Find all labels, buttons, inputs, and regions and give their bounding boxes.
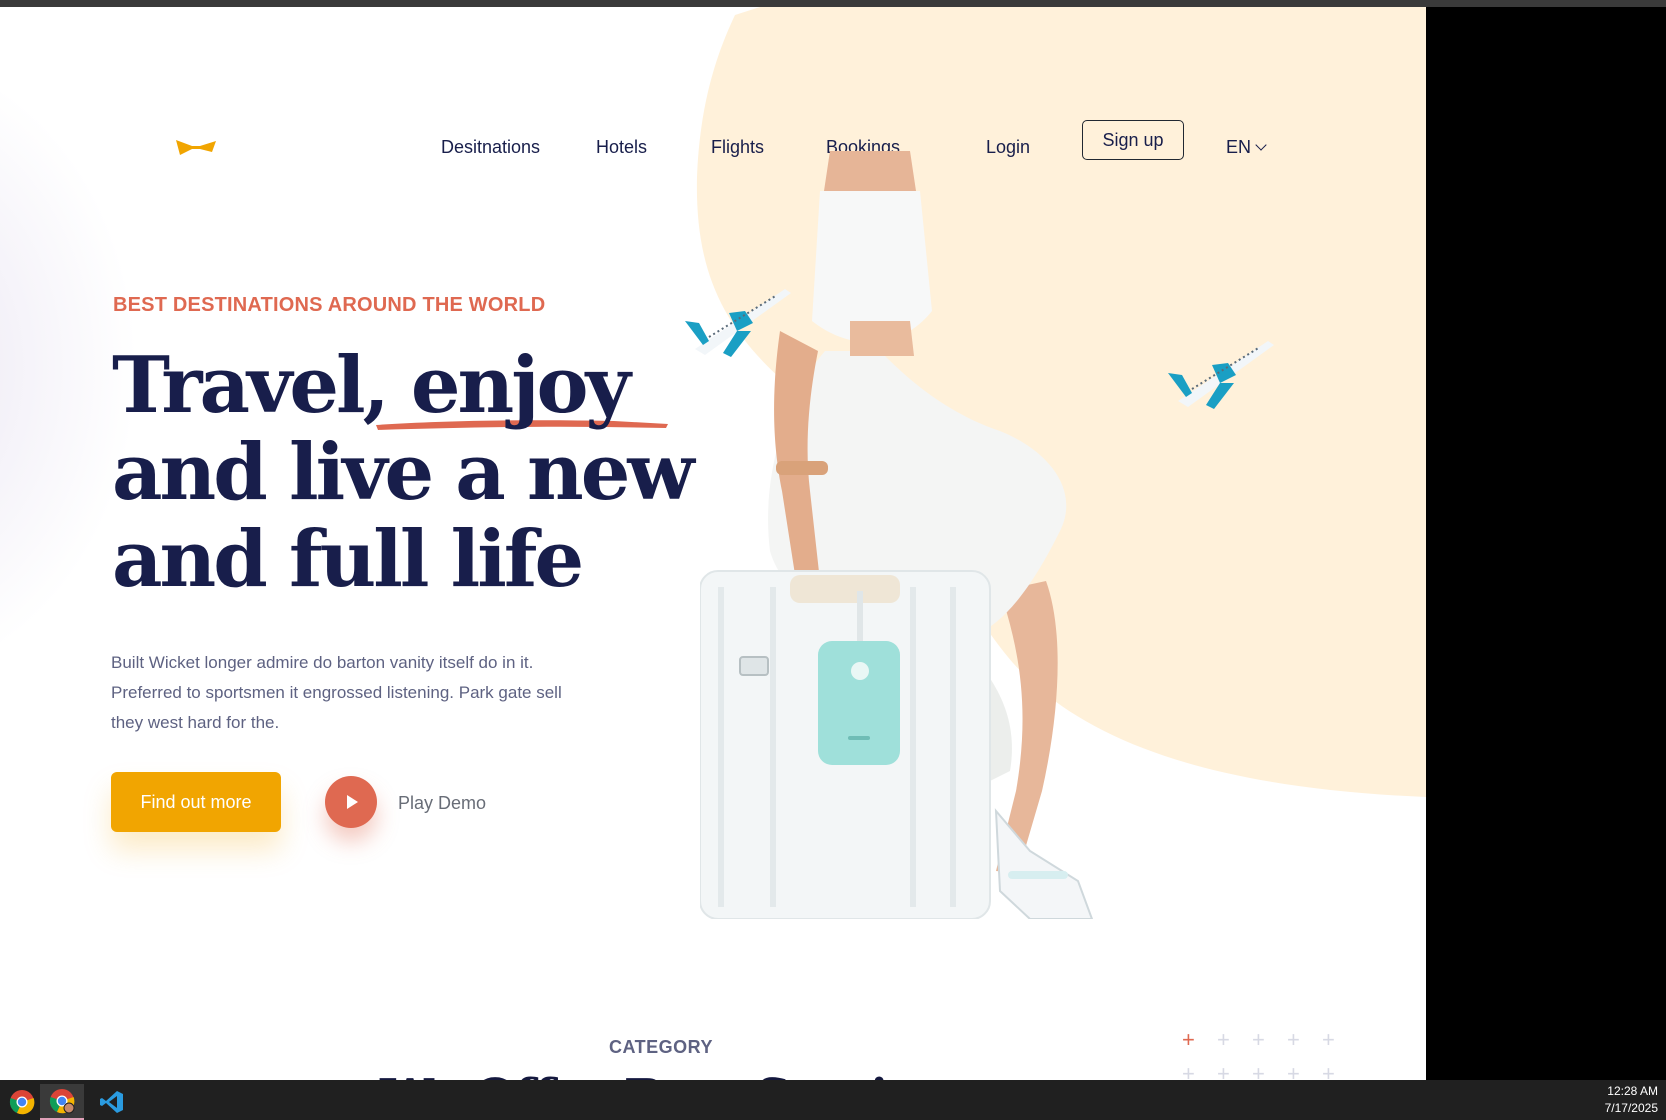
plus-icon: + [1322, 1027, 1335, 1052]
clock-date: 7/17/2025 [1604, 1101, 1658, 1115]
chrome-icon [9, 1090, 35, 1115]
category-section-title: We Offer Best Services [380, 1069, 972, 1080]
nav-link-destinations[interactable]: Desitnations [441, 137, 540, 158]
hero-description: Built Wicket longer admire do barton van… [111, 653, 562, 732]
vscode-icon [100, 1091, 123, 1113]
plus-icon: + [1252, 1061, 1265, 1081]
headline-line-2: and live a new [112, 427, 694, 518]
plus-icon: + [1287, 1027, 1300, 1052]
plus-icon: + [1217, 1061, 1230, 1081]
hero-eyebrow: BEST DESTINATIONS AROUND THE WORLD [113, 294, 546, 316]
airplane-icon [685, 289, 791, 357]
plus-icon: + [1217, 1027, 1230, 1052]
plus-pattern-decoration: + + + + + + + + + + [1182, 1027, 1342, 1081]
nav-link-hotels[interactable]: Hotels [596, 137, 647, 158]
plus-icon: + [1182, 1027, 1195, 1052]
play-demo-button[interactable] [325, 776, 377, 828]
find-out-more-button[interactable]: Find out more [111, 772, 281, 832]
hero-headline: Travel, enjoy and live a new and full li… [112, 340, 694, 605]
play-icon [347, 795, 358, 809]
plus-icon: + [1182, 1061, 1195, 1081]
plus-icon: + [1252, 1027, 1265, 1052]
browser-top-strip [0, 0, 1666, 7]
taskbar-clock[interactable]: 12:28 AM 7/17/2025 [1605, 1083, 1658, 1117]
logo-icon[interactable] [176, 138, 216, 160]
play-demo-label[interactable]: Play Demo [398, 793, 486, 814]
category-eyebrow: CATEGORY [609, 1037, 714, 1057]
taskbar-vscode-button[interactable] [90, 1084, 134, 1120]
hero-traveller-image [700, 151, 1094, 919]
airplane-icon [1168, 341, 1274, 409]
taskbar-chrome-button[interactable] [0, 1084, 44, 1120]
headline-line-3: and full life [112, 514, 584, 605]
taskbar-chrome-profile-button[interactable] [40, 1084, 84, 1120]
chevron-down-icon [1255, 139, 1267, 151]
plus-icon: + [1322, 1061, 1335, 1081]
page-viewport: Desitnations Hotels Flights Bookings Log… [0, 7, 1426, 1080]
headline-line-1: Travel, enjoy [112, 340, 631, 431]
language-selector[interactable]: EN [1226, 137, 1267, 158]
language-label: EN [1226, 137, 1252, 157]
chrome-profile-icon [49, 1089, 75, 1114]
windows-taskbar: 12:28 AM 7/17/2025 [0, 1080, 1666, 1120]
clock-time: 12:28 AM [1607, 1084, 1658, 1098]
plus-icon: + [1287, 1061, 1300, 1081]
